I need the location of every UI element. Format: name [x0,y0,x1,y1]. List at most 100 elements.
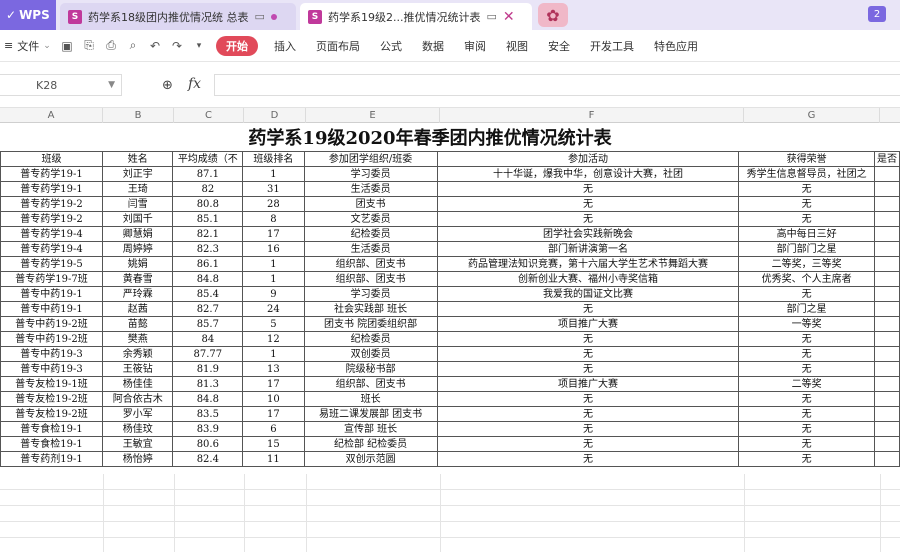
formula-input[interactable] [214,74,900,96]
undo-icon[interactable]: ↶ [144,39,166,53]
table-cell[interactable]: 项目推广大赛 [436,376,740,392]
table-cell[interactable]: 一等奖 [738,316,875,332]
table-cell[interactable]: 卿慧娟 [102,226,174,242]
table-cell[interactable]: 部门之星 [738,301,875,317]
table-cell[interactable]: 1 [242,166,305,182]
table-cell[interactable]: 9 [242,286,305,302]
table-cell[interactable]: 无 [436,361,740,377]
table-cell[interactable]: 樊燕 [102,331,174,347]
table-cell[interactable] [873,391,900,407]
table-cell[interactable]: 无 [436,331,740,347]
table-cell[interactable]: 8 [242,211,305,227]
table-cell[interactable]: 无 [436,391,740,407]
table-cell[interactable] [873,211,900,227]
table-cell[interactable]: 组织部、团支书 [303,376,438,392]
table-cell[interactable] [873,196,900,212]
table-cell[interactable]: 普专中药19-2班 [0,331,104,347]
table-cell[interactable]: 无 [436,301,740,317]
table-cell[interactable]: 社会实践部 班长 [303,301,438,317]
tab-view[interactable]: 视图 [496,38,538,54]
table-cell[interactable]: 二等奖，三等奖 [738,256,875,272]
table-cell[interactable]: 普专中药19-1 [0,301,104,317]
name-box[interactable]: K28 ▼ [0,74,122,96]
tab-developer[interactable]: 开发工具 [580,38,644,54]
table-cell[interactable]: 无 [436,421,740,437]
table-cell[interactable]: 13 [242,361,305,377]
table-cell[interactable]: 17 [242,226,305,242]
table-cell[interactable]: 普专药剂19-1 [0,451,104,467]
table-cell[interactable]: 82.3 [172,241,244,257]
table-cell[interactable]: 阿合依古木 [102,391,174,407]
tab-formulas[interactable]: 公式 [370,38,412,54]
table-cell[interactable]: 无 [738,211,875,227]
wps-logo[interactable]: ✓ WPS [0,0,56,30]
sheet-title[interactable]: 药学系19级2020年春季团内推优情况统计表 [248,124,611,150]
table-cell[interactable]: 16 [242,241,305,257]
table-cell[interactable]: 普专友检19-1班 [0,376,104,392]
table-cell[interactable]: 普专药学19-2 [0,196,104,212]
table-cell[interactable]: 1 [242,256,305,272]
table-cell[interactable]: 1 [242,271,305,287]
tab-page-layout[interactable]: 页面布局 [306,38,370,54]
table-cell[interactable]: 院级秘书部 [303,361,438,377]
table-cell[interactable]: 普专药学19-1 [0,181,104,197]
table-cell[interactable] [873,301,900,317]
zoom-icon[interactable]: ⊕ [162,78,173,93]
table-cell[interactable]: 秀学生信息督导员，社团之 [738,166,875,182]
table-cell[interactable]: 团支书 院团委组织部 [303,316,438,332]
column-header-f[interactable]: F [440,108,744,123]
table-cell[interactable]: 普专药学19-4 [0,241,104,257]
table-cell[interactable]: 黄春雪 [102,271,174,287]
table-cell[interactable]: 28 [242,196,305,212]
column-header-h[interactable] [880,108,900,123]
spreadsheet-grid[interactable]: 药学系19级2020年春季团内推优情况统计表 班级 姓名 平均成绩（不 班级排名 参加团… [0,123,900,552]
table-cell[interactable]: 苗懿 [102,316,174,332]
table-cell[interactable]: 无 [738,196,875,212]
table-cell[interactable]: 无 [436,196,740,212]
table-cell[interactable]: 姚娟 [102,256,174,272]
table-cell[interactable]: 无 [738,421,875,437]
table-cell[interactable]: 严玲霖 [102,286,174,302]
table-cell[interactable] [873,181,900,197]
table-cell[interactable]: 学习委员 [303,166,438,182]
table-cell[interactable]: 王敏宜 [102,436,174,452]
header-cell[interactable]: 参加团学组织/班委 [303,151,438,167]
table-cell[interactable]: 无 [738,451,875,467]
table-cell[interactable]: 普专食检19-1 [0,436,104,452]
table-cell[interactable]: 纪检委员 [303,331,438,347]
table-cell[interactable]: 普专药学19-1 [0,166,104,182]
table-cell[interactable] [873,166,900,182]
customize-toolbar-icon[interactable]: ▾ [188,41,210,51]
table-cell[interactable]: 普专中药19-1 [0,286,104,302]
table-cell[interactable]: 普专药学19-2 [0,211,104,227]
header-cell[interactable]: 班级 [0,151,104,167]
table-cell[interactable]: 无 [738,286,875,302]
print-preview-icon[interactable]: ⌕ [122,38,144,53]
table-cell[interactable] [873,256,900,272]
table-cell[interactable]: 双创示范圆 [303,451,438,467]
table-cell[interactable]: 1 [242,346,305,362]
table-cell[interactable]: 6 [242,421,305,437]
column-header-b[interactable]: B [103,108,174,123]
header-cell[interactable]: 平均成绩（不 [172,151,244,167]
table-cell[interactable]: 普专中药19-3 [0,361,104,377]
table-cell[interactable]: 我爱我的国证文比赛 [436,286,740,302]
table-cell[interactable]: 5 [242,316,305,332]
table-cell[interactable]: 82 [172,181,244,197]
table-cell[interactable]: 无 [738,181,875,197]
table-cell[interactable] [873,451,900,467]
header-cell[interactable]: 班级排名 [242,151,305,167]
table-cell[interactable]: 普专友检19-2班 [0,391,104,407]
window-icon[interactable]: ▭ [255,10,265,23]
table-cell[interactable]: 80.6 [172,436,244,452]
table-cell[interactable]: 双创委员 [303,346,438,362]
tab-security[interactable]: 安全 [538,38,580,54]
table-cell[interactable] [873,346,900,362]
table-cell[interactable]: 81.9 [172,361,244,377]
column-header-g[interactable]: G [744,108,880,123]
print-icon[interactable]: ⎙ [100,38,122,53]
table-cell[interactable]: 团支书 [303,196,438,212]
table-cell[interactable]: 82.1 [172,226,244,242]
table-cell[interactable]: 24 [242,301,305,317]
table-cell[interactable]: 组织部、团支书 [303,271,438,287]
